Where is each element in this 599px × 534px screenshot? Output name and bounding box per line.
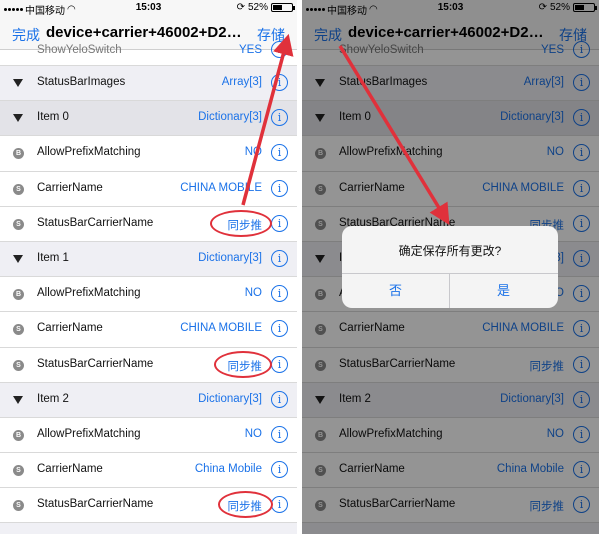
info-circle-icon[interactable]: i: [271, 249, 288, 267]
row-value[interactable]: Dictionary[3]: [198, 393, 262, 405]
type-badge: B: [13, 289, 24, 301]
info-circle-icon[interactable]: i: [271, 496, 288, 514]
info-circle-icon[interactable]: i: [271, 285, 288, 303]
key-value-row-partial[interactable]: ShowYeloSwitch YES i: [0, 41, 297, 66]
group-row[interactable]: Item 1 Dictionary[3] i: [0, 241, 297, 278]
status-bar-right: ⟳ 52%: [236, 2, 295, 13]
info-circle-icon[interactable]: i: [271, 41, 288, 58]
row-key: StatusBarCarrierName: [37, 357, 154, 370]
triangle-down-icon[interactable]: [13, 79, 23, 87]
plist-editor-list: ShowYeloSwitch YES i StatusBarImages Array[3…: [0, 41, 297, 524]
info-circle-icon[interactable]: i: [271, 320, 288, 338]
row-key: StatusBarCarrierName: [37, 216, 154, 229]
row-value[interactable]: NO: [245, 146, 262, 158]
row-value[interactable]: NO: [245, 428, 262, 440]
done-button[interactable]: 完成: [12, 25, 40, 45]
row-key: Item 2: [37, 392, 69, 405]
group-row[interactable]: StatusBarImages Array[3] i: [0, 66, 297, 102]
battery-icon: [271, 3, 295, 12]
type-badge: S: [13, 500, 24, 512]
triangle-down-icon[interactable]: [13, 254, 23, 263]
row-key: CarrierName: [37, 322, 103, 335]
row-value[interactable]: Dictionary[3]: [198, 252, 262, 264]
key-value-row[interactable]: B AllowPrefixMatching NO i: [0, 417, 297, 454]
type-badge: B: [13, 148, 24, 160]
key-value-row[interactable]: S CarrierName CHINA MOBILE i: [0, 171, 297, 207]
row-key: ShowYeloSwitch: [37, 44, 122, 56]
row-key: Item 1: [37, 251, 69, 264]
type-badge: S: [13, 465, 24, 477]
key-value-row[interactable]: S CarrierName CHINA MOBILE i: [0, 312, 297, 348]
info-circle-icon[interactable]: i: [271, 425, 288, 443]
alert-confirm-button[interactable]: 是: [450, 274, 557, 308]
row-value[interactable]: China Mobile: [195, 463, 262, 475]
battery-percent: 52%: [247, 2, 268, 13]
row-key: AllowPrefixMatching: [37, 287, 141, 300]
row-value[interactable]: CHINA MOBILE: [180, 322, 262, 334]
screen-before-save: 中国移动 ◠ 15:03 ⟳ 52% 完成 device+carrier+46002+D20…: [0, 0, 297, 534]
annotation-highlight-circle: [210, 209, 272, 237]
row-key: AllowPrefixMatching: [37, 146, 141, 159]
key-value-row[interactable]: B AllowPrefixMatching NO i: [0, 277, 297, 313]
info-circle-icon[interactable]: i: [271, 109, 288, 127]
key-value-row[interactable]: S CarrierName China Mobile i: [0, 453, 297, 489]
row-key: Item 0: [37, 111, 69, 124]
row-value[interactable]: Dictionary[3]: [198, 111, 262, 123]
row-value[interactable]: NO: [245, 287, 262, 299]
confirm-save-alert: 确定保存所有更改? 否是: [342, 226, 558, 308]
triangle-down-icon[interactable]: [13, 395, 23, 404]
type-badge: S: [13, 183, 24, 195]
row-key: CarrierName: [37, 181, 103, 194]
info-circle-icon[interactable]: i: [271, 74, 288, 91]
key-value-row[interactable]: B AllowPrefixMatching NO i: [0, 136, 297, 172]
type-badge: S: [13, 324, 24, 336]
info-circle-icon[interactable]: i: [271, 144, 288, 162]
page-title: device+carrier+46002+D20+...: [46, 24, 246, 41]
type-badge: S: [13, 218, 24, 230]
row-value[interactable]: YES: [239, 44, 262, 56]
type-badge: S: [13, 359, 24, 371]
row-value[interactable]: Array[3]: [222, 76, 262, 88]
info-circle-icon[interactable]: i: [271, 390, 288, 408]
alert-message: 确定保存所有更改?: [398, 244, 502, 258]
status-bar: 中国移动 ◠ 15:03 ⟳ 52%: [0, 0, 297, 17]
orientation-lock-icon: ⟳: [236, 2, 245, 13]
screen-save-confirm: 中国移动 ◠ 15:03 ⟳ 52% 完成 device+carrier+46002+D20…: [302, 0, 599, 534]
type-badge: B: [13, 429, 24, 441]
group-row[interactable]: Item 2 Dictionary[3] i: [0, 382, 297, 418]
triangle-down-icon[interactable]: [13, 114, 23, 123]
annotation-highlight-circle: [214, 350, 272, 378]
info-circle-icon[interactable]: i: [271, 355, 288, 373]
row-key: StatusBarCarrierName: [37, 498, 154, 511]
row-key: CarrierName: [37, 463, 103, 476]
row-key: StatusBarImages: [37, 76, 126, 88]
info-circle-icon[interactable]: i: [271, 179, 288, 197]
info-circle-icon[interactable]: i: [271, 214, 288, 232]
row-value[interactable]: CHINA MOBILE: [180, 182, 262, 194]
info-circle-icon[interactable]: i: [271, 461, 288, 479]
alert-cancel-button[interactable]: 否: [342, 274, 449, 308]
group-row[interactable]: Item 0 Dictionary[3] i: [0, 101, 297, 137]
row-key: AllowPrefixMatching: [37, 427, 141, 440]
